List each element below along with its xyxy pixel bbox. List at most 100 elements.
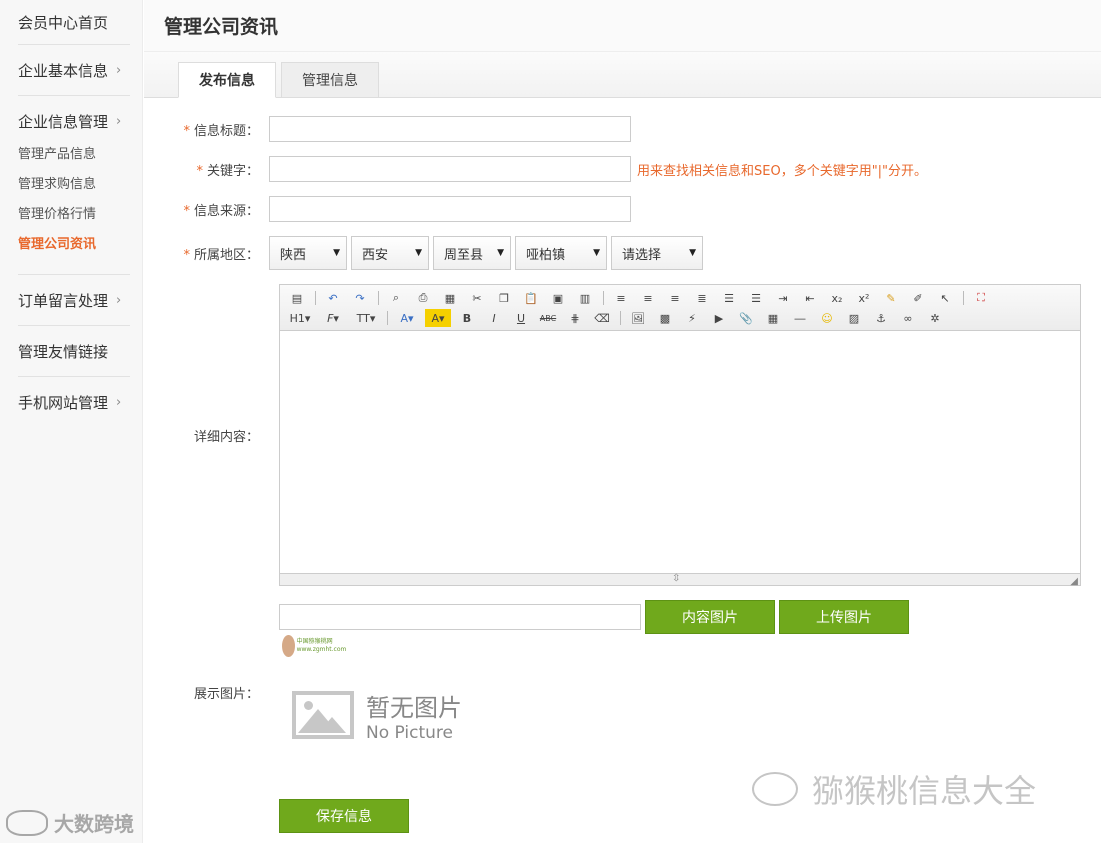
no-picture-en: No Picture: [366, 722, 453, 743]
media-icon[interactable]: ▶: [708, 309, 730, 327]
sidebar-subitem-products[interactable]: 管理产品信息: [18, 140, 130, 170]
town-select[interactable]: 哑柏镇 ▼: [515, 236, 607, 270]
undo-icon[interactable]: ↶: [322, 289, 344, 307]
sidebar-item-links[interactable]: 管理友情链接: [18, 326, 130, 376]
toolbar-row-2: H1 ▾ F ▾ TT ▾ A ▾ A ▾ B I U ABC ⋕ ⌫ 🖼 ▩ ⚡ ▶ 📎…: [286, 308, 1074, 328]
cut-icon[interactable]: ✂: [466, 289, 488, 307]
heading-icon[interactable]: H1 ▾: [286, 309, 314, 327]
paste-text-icon[interactable]: ▣: [547, 289, 569, 307]
sidebar-item-mobile[interactable]: 手机网站管理 ›: [18, 377, 130, 427]
save-button[interactable]: 保存信息: [279, 799, 409, 833]
content-image-button[interactable]: 内容图片: [645, 600, 775, 634]
font-family-icon[interactable]: F ▾: [319, 309, 347, 327]
bold-icon[interactable]: B: [456, 309, 478, 327]
pointer-icon[interactable]: ↖: [934, 289, 956, 307]
font-size-icon[interactable]: TT ▾: [352, 309, 380, 327]
province-select[interactable]: 陕西 ▼: [269, 236, 347, 270]
flash-icon[interactable]: ⚡: [681, 309, 703, 327]
editor-toolbar: ▤ ↶ ↷ ⌕ ⎙ ▦ ✂ ❐ 📋 ▣ ▥ ≡ ≡ ≡ ≣ ☰ ☰ ⇥ ⇤ x₂: [280, 285, 1080, 331]
resize-grip-icon[interactable]: ◢: [1070, 576, 1078, 587]
superscript-icon[interactable]: x²: [853, 289, 875, 307]
attachment-icon[interactable]: 📎: [735, 309, 757, 327]
subscript-icon[interactable]: x₂: [826, 289, 848, 307]
sidebar-item-label: 管理友情链接: [18, 342, 109, 361]
caret-down-icon: ▼: [333, 248, 340, 258]
content-label: 详细内容：: [193, 430, 259, 445]
county-select[interactable]: 周至县 ▼: [433, 236, 511, 270]
source-icon[interactable]: ▤: [286, 289, 308, 307]
upload-image-button[interactable]: 上传图片: [779, 600, 909, 634]
row-source: * 信息来源：: [144, 196, 631, 222]
title-input[interactable]: [269, 116, 631, 142]
sidebar-item-basic[interactable]: 企业基本信息 ›: [18, 45, 130, 95]
underline-icon[interactable]: U: [510, 309, 532, 327]
fullscreen-icon[interactable]: ⛶: [970, 289, 992, 307]
unordered-list-icon[interactable]: ☰: [745, 289, 767, 307]
sidebar-group-orders: 订单留言处理 ›: [18, 275, 130, 326]
table-icon[interactable]: ▦: [762, 309, 784, 327]
align-right-icon[interactable]: ≡: [664, 289, 686, 307]
keyword-input[interactable]: [269, 156, 631, 182]
line-height-icon[interactable]: ⋕: [564, 309, 586, 327]
required-mark: *: [183, 247, 190, 263]
caret-down-icon: ▼: [689, 248, 696, 258]
align-center-icon[interactable]: ≡: [637, 289, 659, 307]
sidebar-item-label: 企业基本信息: [18, 61, 109, 80]
sidebar-group-mobile: 手机网站管理 ›: [18, 377, 130, 427]
required-mark: *: [196, 163, 203, 179]
select-all-icon[interactable]: ✐: [907, 289, 929, 307]
outdent-icon[interactable]: ⇤: [799, 289, 821, 307]
sidebar-item-home[interactable]: 会员中心首页: [18, 0, 130, 44]
sidebar-subitem-prices[interactable]: 管理价格行情: [18, 200, 130, 230]
redo-icon[interactable]: ↷: [349, 289, 371, 307]
sidebar-item-label: 企业信息管理: [18, 112, 109, 131]
chevron-right-icon: ›: [116, 62, 122, 78]
indent-icon[interactable]: ⇥: [772, 289, 794, 307]
image-path-input[interactable]: [279, 604, 641, 630]
wechat-icon: [752, 772, 798, 806]
emoticon-icon[interactable]: ☺: [816, 309, 838, 327]
tab-manage[interactable]: 管理信息: [281, 62, 379, 98]
sidebar-item-info-manage[interactable]: 企业信息管理 ›: [18, 96, 130, 146]
template-icon[interactable]: ▦: [439, 289, 461, 307]
clear-format-icon[interactable]: ✎: [880, 289, 902, 307]
copy-icon[interactable]: ❐: [493, 289, 515, 307]
editor-body[interactable]: [280, 331, 1080, 573]
print-icon[interactable]: ⎙: [412, 289, 434, 307]
source-input[interactable]: [269, 196, 631, 222]
italic-icon[interactable]: I: [483, 309, 505, 327]
paste-icon[interactable]: 📋: [520, 289, 542, 307]
ordered-list-icon[interactable]: ☰: [718, 289, 740, 307]
preview-icon[interactable]: ⌕: [385, 289, 407, 307]
sidebar-item-label: 手机网站管理: [18, 393, 109, 412]
paste-word-icon[interactable]: ▥: [574, 289, 596, 307]
hr-icon[interactable]: ―: [789, 309, 811, 327]
keyword-label: 关键字：: [206, 163, 259, 179]
village-select[interactable]: 请选择 ▼: [611, 236, 703, 270]
strikethrough-icon[interactable]: ABC: [537, 309, 559, 327]
caret-down-icon: ▼: [593, 248, 600, 258]
link-icon[interactable]: ∞: [897, 309, 919, 327]
editor-statusbar: ⇳ ◢: [280, 573, 1080, 587]
multi-image-icon[interactable]: ▩: [654, 309, 676, 327]
eraser-icon[interactable]: ⌫: [591, 309, 613, 327]
sidebar-subitem-purchase[interactable]: 管理求购信息: [18, 170, 130, 200]
city-select[interactable]: 西安 ▼: [351, 236, 429, 270]
title-bar: 管理公司资讯: [144, 0, 1101, 52]
font-color-icon[interactable]: A ▾: [394, 309, 420, 327]
sidebar-item-orders[interactable]: 订单留言处理 ›: [18, 275, 130, 325]
sidebar-subitem-company-news[interactable]: 管理公司资讯: [18, 230, 130, 260]
picture-icon[interactable]: ▨: [843, 309, 865, 327]
align-left-icon[interactable]: ≡: [610, 289, 632, 307]
unlink-icon[interactable]: ✲: [924, 309, 946, 327]
source-label: 信息来源：: [193, 203, 259, 219]
align-justify-icon[interactable]: ≣: [691, 289, 713, 307]
resize-drag-icon[interactable]: ⇳: [672, 573, 680, 584]
thumbnail-image: 中国猕猴桃网 www.zgmht.com: [282, 633, 358, 659]
image-insert-icon[interactable]: 🖼: [627, 309, 649, 327]
tab-publish[interactable]: 发布信息: [178, 62, 276, 98]
anchor-icon[interactable]: ⚓: [870, 309, 892, 327]
main-content: 管理公司资讯 发布信息 管理信息 * 信息标题： * 关键字： 用来查找相关信息和S…: [144, 0, 1101, 843]
highlight-icon[interactable]: A ▾: [425, 309, 451, 327]
chevron-right-icon: ›: [116, 292, 122, 308]
